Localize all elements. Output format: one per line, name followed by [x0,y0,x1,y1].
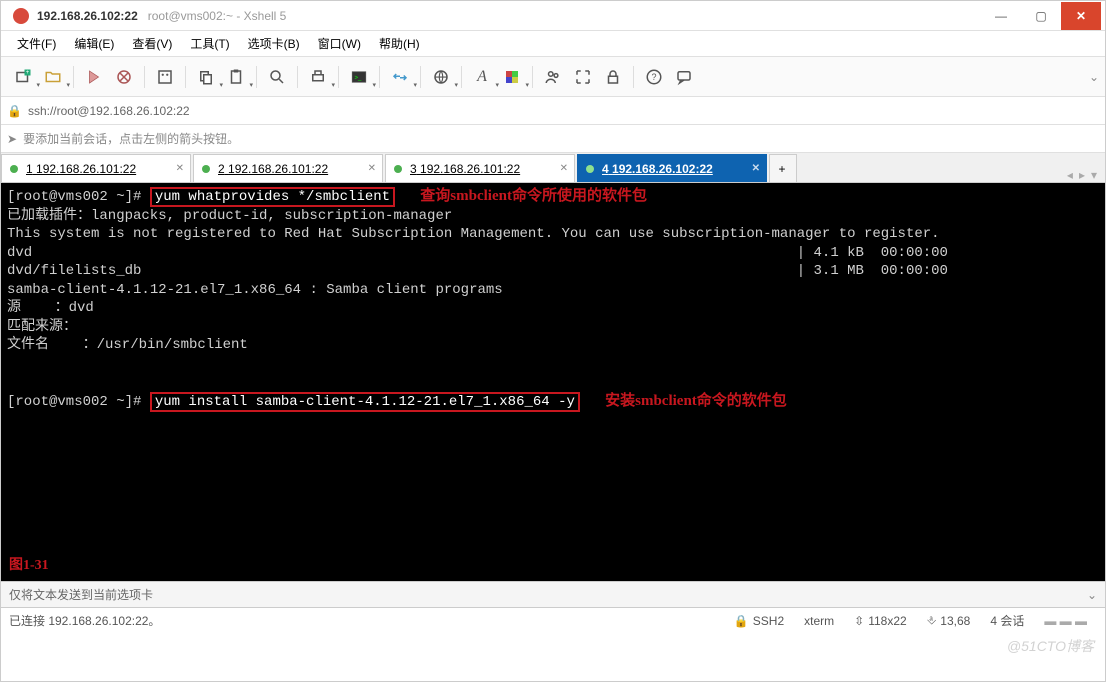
disconnect-icon[interactable] [110,63,138,91]
annotation-2: 安装smbclient命令的软件包 [605,393,787,409]
tab-close-icon[interactable]: ✕ [176,163,184,174]
hint-arrow-icon[interactable]: ➤ [7,132,17,146]
app-icon [13,8,29,24]
title-ip: 192.168.26.102:22 [37,9,138,23]
status-dot-icon [10,165,18,173]
svg-text:+: + [26,70,30,76]
tab-3[interactable]: 3 192.168.26.101:22 ✕ [385,154,575,182]
lock-small-icon: 🔒 [7,104,22,118]
tab-menu-icon[interactable]: ▾ [1091,168,1097,182]
tab-next-icon[interactable]: ▸ [1079,168,1085,182]
close-button[interactable]: ✕ [1061,2,1101,30]
tab-2[interactable]: 2 192.168.26.101:22 ✕ [193,154,383,182]
address-text: ssh://root@192.168.26.102:22 [28,104,190,118]
prompt: [root@vms002 ~]# [7,189,150,205]
status-dot-icon [202,165,210,173]
open-icon[interactable] [39,63,67,91]
send-text-bar[interactable]: 仅将文本发送到当前选项卡 ⌄ [1,581,1105,607]
tabstrip: 1 192.168.26.101:22 ✕ 2 192.168.26.101:2… [1,153,1105,183]
output-line: dvd/filelists_db | 3.1 MB 00:00:00 [7,263,948,279]
maximize-button[interactable]: ▢ [1021,2,1061,30]
output-line: 源 ：dvd [7,300,94,316]
users-icon[interactable] [539,63,567,91]
status-conn: 已连接 192.168.26.102:22。 [9,612,160,629]
fullscreen-icon[interactable] [569,63,597,91]
watermark: @51CTO博客 [1007,636,1094,656]
terminal[interactable]: [root@vms002 ~]# yum whatprovides */smbc… [1,183,1105,581]
tab-close-icon[interactable]: ✕ [752,163,760,174]
copy-icon[interactable] [192,63,220,91]
status-size: ⇳ 118x22 [854,614,907,628]
command-box-1: yum whatprovides */smbclient [150,187,395,207]
new-tab-button[interactable]: + [769,154,797,182]
globe-icon[interactable] [427,63,455,91]
tab-close-icon[interactable]: ✕ [368,163,376,174]
terminal-icon[interactable]: >_ [345,63,373,91]
status-term: xterm [804,614,834,628]
addressbar[interactable]: 🔒 ssh://root@192.168.26.102:22 [1,97,1105,125]
send-text-label: 仅将文本发送到当前选项卡 [9,586,153,603]
output-line: 匹配来源： [7,319,77,335]
hintbar: ➤ 要添加当前会话，点击左侧的箭头按钮。 [1,125,1105,153]
statusbar: 已连接 192.168.26.102:22。 🔒 SSH2 xterm ⇳ 11… [1,607,1105,633]
svg-text:?: ? [651,72,656,82]
tab-4-active[interactable]: 4 192.168.26.102:22 ✕ [577,154,767,182]
menubar: 文件(F) 编辑(E) 查看(V) 工具(T) 选项卡(B) 窗口(W) 帮助(… [1,31,1105,57]
tab-prev-icon[interactable]: ◂ [1067,168,1073,182]
output-line: dvd | 4.1 kB 00:00:00 [7,245,948,261]
print-icon[interactable] [304,63,332,91]
toolbar: + >_ A ? ⌄ [1,57,1105,97]
output-line: samba-client-4.1.12-21.el7_1.x86_64 : Sa… [7,282,503,298]
new-session-icon[interactable]: + [9,63,37,91]
menu-edit[interactable]: 编辑(E) [66,32,122,55]
search-icon[interactable] [263,63,291,91]
status-dot-icon [394,165,402,173]
output-line: 文件名 ：/usr/bin/smbclient [7,337,248,353]
svg-text:>_: >_ [355,75,363,81]
menu-view[interactable]: 查看(V) [124,32,180,55]
font-icon[interactable]: A [468,63,496,91]
help-icon[interactable]: ? [640,63,668,91]
lock-icon[interactable] [599,63,627,91]
output-line: 已加载插件：langpacks, product-id, subscriptio… [7,208,452,224]
status-sessions: 4 会话 [990,612,1024,629]
annotation-1: 查询smbclient命令所使用的软件包 [420,188,647,204]
status-caps: ▬ ▬ ▬ [1044,614,1087,628]
minimize-button[interactable]: — [981,2,1021,30]
color-icon[interactable] [498,63,526,91]
title-subtitle: root@vms002:~ - Xshell 5 [148,9,287,23]
toolbar-overflow-icon[interactable]: ⌄ [1089,70,1099,84]
reconnect-icon[interactable] [80,63,108,91]
command-box-2: yum install samba-client-4.1.12-21.el7_1… [150,392,580,412]
tab-1[interactable]: 1 192.168.26.101:22 ✕ [1,154,191,182]
hint-text: 要添加当前会话，点击左侧的箭头按钮。 [23,130,239,147]
tab-label: 192.168.26.101:22 [36,162,136,176]
menu-tools[interactable]: 工具(T) [182,32,237,55]
tab-label: 192.168.26.102:22 [612,162,713,176]
prompt: [root@vms002 ~]# [7,394,150,410]
paste-icon[interactable] [222,63,250,91]
figure-label: 图1-31 [9,557,49,576]
tab-close-icon[interactable]: ✕ [560,163,568,174]
menu-file[interactable]: 文件(F) [9,32,64,55]
tab-nav: ◂ ▸ ▾ [1059,168,1105,182]
titlebar: 192.168.26.102:22 root@vms002:~ - Xshell… [1,1,1105,31]
properties-icon[interactable] [151,63,179,91]
menu-tabs[interactable]: 选项卡(B) [240,32,308,55]
status-cursor: ⎀ 13,68 [927,613,971,628]
tab-label: 192.168.26.101:22 [420,162,520,176]
status-proto: 🔒 SSH2 [734,614,784,628]
menu-help[interactable]: 帮助(H) [371,32,428,55]
menu-window[interactable]: 窗口(W) [310,32,369,55]
status-dot-icon [586,165,594,173]
tab-label: 192.168.26.101:22 [228,162,328,176]
chat-icon[interactable] [670,63,698,91]
send-menu-icon[interactable]: ⌄ [1087,588,1097,602]
transfer-icon[interactable] [386,63,414,91]
output-line: This system is not registered to Red Hat… [7,226,940,242]
